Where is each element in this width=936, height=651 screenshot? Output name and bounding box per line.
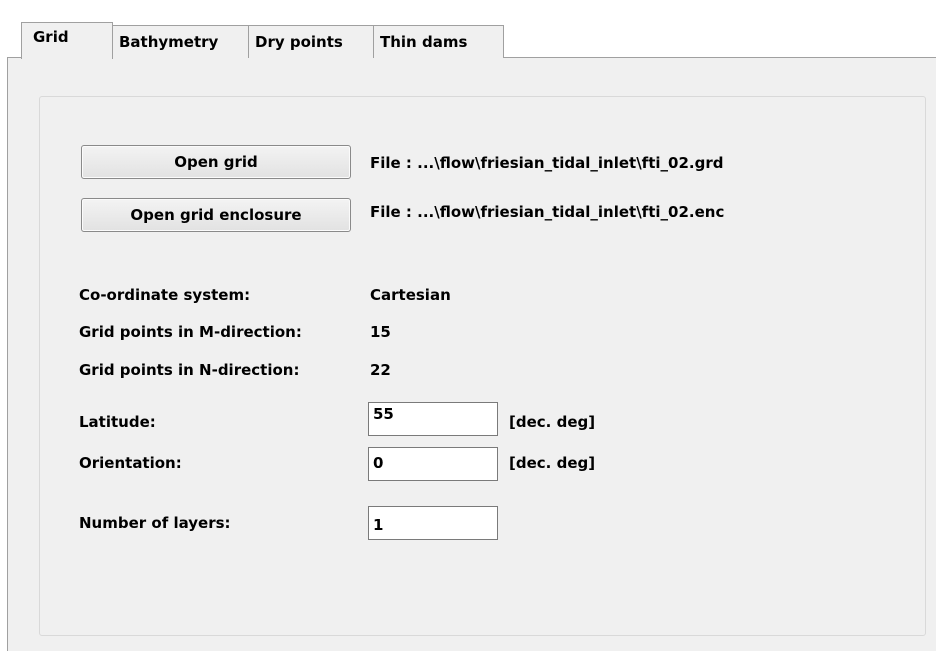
orientation-label: Orientation: bbox=[79, 454, 182, 472]
grid-points-m-label: Grid points in M-direction: bbox=[79, 323, 302, 341]
latitude-input[interactable]: 55 bbox=[368, 402, 498, 436]
coordinate-system-label: Co-ordinate system: bbox=[79, 286, 251, 304]
grid-points-n-label: Grid points in N-direction: bbox=[79, 361, 300, 379]
orientation-unit: [dec. deg] bbox=[509, 454, 596, 472]
open-grid-enclosure-button[interactable]: Open grid enclosure bbox=[81, 198, 351, 232]
grid-points-m-value: 15 bbox=[370, 323, 391, 341]
tab-bathymetry[interactable]: Bathymetry bbox=[112, 25, 249, 58]
open-grid-button[interactable]: Open grid bbox=[81, 145, 351, 179]
orientation-input[interactable]: 0 bbox=[368, 447, 498, 481]
tab-thin-dams[interactable]: Thin dams bbox=[373, 25, 504, 58]
number-of-layers-input[interactable]: 1 bbox=[368, 506, 498, 540]
grid-file-path: File : ...\flow\friesian_tidal_inlet\fti… bbox=[370, 154, 724, 172]
tab-dry-points[interactable]: Dry points bbox=[248, 25, 374, 58]
grid-points-n-value: 22 bbox=[370, 361, 391, 379]
latitude-unit: [dec. deg] bbox=[509, 413, 596, 431]
latitude-label: Latitude: bbox=[79, 413, 156, 431]
coordinate-system-value: Cartesian bbox=[370, 286, 451, 304]
enclosure-file-path: File : ...\flow\friesian_tidal_inlet\fti… bbox=[370, 203, 725, 221]
tab-grid[interactable]: Grid bbox=[21, 22, 113, 59]
number-of-layers-label: Number of layers: bbox=[79, 514, 231, 532]
